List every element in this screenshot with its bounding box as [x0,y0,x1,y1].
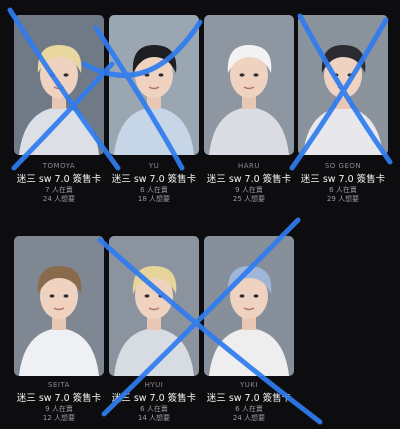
member-name: TOMOYA [42,162,76,170]
eye-shape [144,294,150,298]
selling-count: 7 人在賣 [45,186,73,194]
selling-count: 6 人在賣 [140,405,168,413]
eye-shape [239,73,245,77]
member-name: YU [148,162,160,170]
eye-shape [144,73,150,77]
photocard-image[interactable] [109,236,199,376]
selling-count: 9 人在賣 [45,405,73,413]
portrait-illustration [204,236,294,376]
card-title[interactable]: 迷三 sw 7.0 簽售卡 [99,392,209,405]
eye-shape [63,294,69,298]
eye-shape [253,294,259,298]
portrait-illustration [109,15,199,155]
wanted-count: 24 人想要 [232,414,266,422]
wanted-count: 29 人想要 [326,195,360,203]
portrait-illustration [204,15,294,155]
member-name: YUKI [239,381,259,389]
photocard-image[interactable] [14,236,104,376]
eye-shape [49,73,55,77]
photocard-image[interactable] [204,15,294,155]
photocard-image[interactable] [298,15,388,155]
card-title[interactable]: 迷三 sw 7.0 簽售卡 [194,392,304,405]
selling-count: 6 人在賣 [140,186,168,194]
wanted-count: 18 人想要 [137,195,171,203]
eye-shape [158,294,164,298]
card-title[interactable]: 迷三 sw 7.0 簽售卡 [4,173,114,186]
member-name: SEITA [48,381,70,389]
eye-shape [63,73,69,77]
eye-shape [239,294,245,298]
wanted-count: 14 人想要 [137,414,171,422]
wanted-count: 24 人想要 [42,195,76,203]
wanted-count: 12 人想要 [42,414,76,422]
card-title[interactable]: 迷三 sw 7.0 簽售卡 [99,173,209,186]
portrait-illustration [14,236,104,376]
selling-count: 6 人在賣 [235,405,263,413]
eye-shape [347,73,353,77]
selling-count: 6 人在賣 [329,186,357,194]
eye-shape [49,294,55,298]
member-name: SO GEON [324,162,362,170]
photocard-image[interactable] [109,15,199,155]
photocard-image[interactable] [14,15,104,155]
portrait-illustration [14,15,104,155]
card-title[interactable]: 迷三 sw 7.0 簽售卡 [4,392,114,405]
portrait-illustration [298,15,388,155]
portrait-illustration [109,236,199,376]
eye-shape [158,73,164,77]
eye-shape [333,73,339,77]
photocard-image[interactable] [204,236,294,376]
card-title[interactable]: 迷三 sw 7.0 簽售卡 [288,173,398,186]
eye-shape [253,73,259,77]
member-name: HYUI [144,381,164,389]
